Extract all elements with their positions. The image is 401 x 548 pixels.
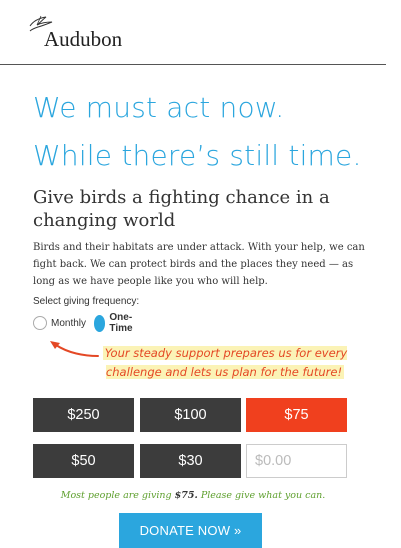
amount-50-button[interactable]: $50 — [33, 444, 134, 478]
giving-amount: $75. — [174, 490, 198, 501]
frequency-one-time-option[interactable]: One-Time — [94, 312, 138, 334]
frequency-monthly-option[interactable]: Monthly — [33, 314, 86, 332]
giving-suggestion: Most people are giving $75. Please give … — [0, 490, 386, 501]
frequency-label: Select giving frequency: — [33, 296, 140, 307]
brand-name: Audubon — [44, 27, 123, 51]
custom-amount-input[interactable] — [246, 444, 347, 478]
monthly-label: Monthly — [51, 317, 87, 329]
monthly-note-text: Your steady support prepares us for ever… — [102, 346, 348, 379]
monthly-radio[interactable] — [33, 316, 47, 330]
one-time-label: One-Time — [109, 312, 133, 334]
intro-paragraph: Birds and their habitats are under attac… — [33, 242, 365, 287]
giving-suffix: Please give what you can. — [197, 490, 326, 501]
curved-arrow-icon — [50, 341, 99, 357]
monthly-note: Your steady support prepares us for ever… — [95, 344, 355, 382]
donation-page: Audubon We must act now. While there’s s… — [0, 0, 401, 548]
amount-75-button[interactable]: $75 — [246, 398, 347, 432]
page-subhead: Give birds a fighting chance in a changi… — [33, 187, 330, 231]
giving-prefix: Most people are giving — [60, 490, 175, 501]
amount-30-button[interactable]: $30 — [140, 444, 241, 478]
amount-100-button[interactable]: $100 — [140, 398, 241, 432]
amount-250-button[interactable]: $250 — [33, 398, 134, 432]
page-headline: We must act now. While there’s still tim… — [33, 91, 362, 172]
site-header: Audubon — [0, 0, 386, 65]
donate-now-button[interactable]: DONATE NOW » — [119, 513, 262, 548]
one-time-radio[interactable] — [94, 314, 106, 332]
